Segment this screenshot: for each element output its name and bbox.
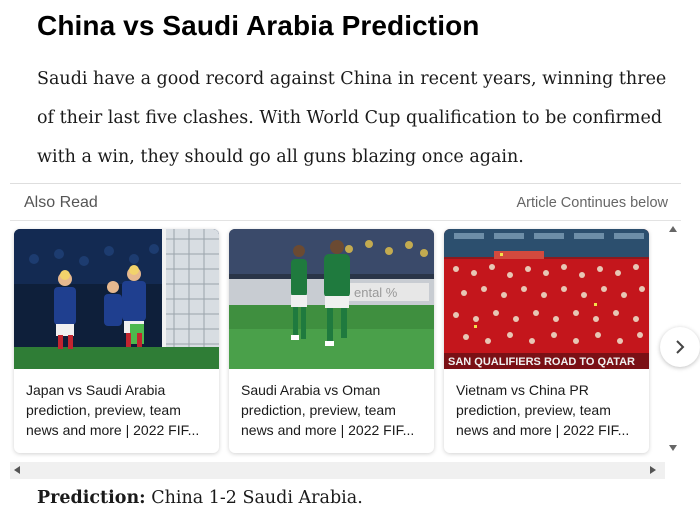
svg-text:ental %: ental % xyxy=(354,285,398,300)
triangle-right-icon[interactable] xyxy=(650,466,656,474)
triangle-up-icon[interactable] xyxy=(669,226,677,232)
intro-paragraph: Saudi have a good record against China i… xyxy=(37,69,667,167)
triangle-left-icon[interactable] xyxy=(14,466,20,474)
article-caption[interactable]: Japan vs Saudi Arabia prediction, previe… xyxy=(26,380,212,440)
related-article-card-saudi-oman[interactable]: ental % Saudi Arabia vs Oman prediction,… xyxy=(229,229,434,453)
article-thumbnail: ental % xyxy=(229,229,434,369)
prediction-line: Prediction: China 1-2 Saudi Arabia. xyxy=(37,488,363,508)
article-caption[interactable]: Vietnam vs China PR prediction, preview,… xyxy=(456,380,642,440)
related-article-card-japan-saudi[interactable]: Japan vs Saudi Arabia prediction, previe… xyxy=(14,229,219,453)
article-continues-label: Article Continues below xyxy=(516,195,668,211)
horizontal-scrollbar[interactable] xyxy=(10,462,681,479)
also-read-label: Also Read xyxy=(24,194,98,211)
triangle-down-icon[interactable] xyxy=(669,445,677,451)
page-title: China vs Saudi Arabia Prediction xyxy=(37,10,480,41)
related-article-card-vietnam-china[interactable]: SAN QUALIFIERS ROAD TO QATAR Vietnam vs … xyxy=(444,229,649,453)
carousel-next-button[interactable] xyxy=(660,327,700,367)
prediction-text: China 1-2 Saudi Arabia. xyxy=(145,488,363,508)
banner-text: SAN QUALIFIERS ROAD TO QATAR xyxy=(448,356,635,368)
scrollbar-corner xyxy=(665,462,681,479)
related-articles-carousel[interactable]: Japan vs Saudi Arabia prediction, previe… xyxy=(10,221,665,462)
article-thumbnail: SAN QUALIFIERS ROAD TO QATAR xyxy=(444,229,649,369)
prediction-label: Prediction: xyxy=(37,488,146,508)
also-read-header: Also Read Article Continues below xyxy=(10,184,681,221)
article-thumbnail xyxy=(14,229,219,369)
article-caption[interactable]: Saudi Arabia vs Oman prediction, preview… xyxy=(241,380,427,440)
also-read-module: Also Read Article Continues below Japan … xyxy=(10,183,681,480)
chevron-right-icon xyxy=(676,340,685,354)
